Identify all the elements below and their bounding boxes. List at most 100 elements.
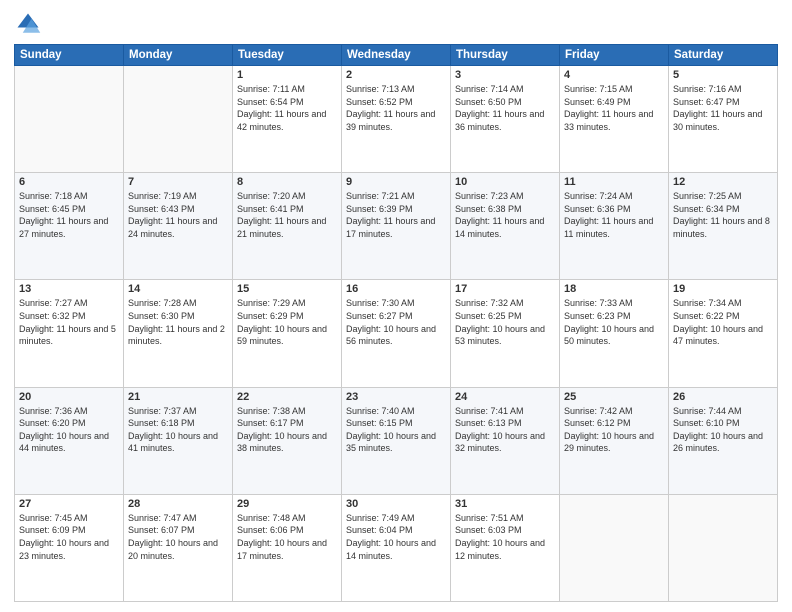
day-number: 9: [346, 176, 446, 188]
day-number: 27: [19, 498, 119, 510]
calendar-cell: 8 Sunrise: 7:20 AMSunset: 6:41 PMDaylight…: [233, 173, 342, 280]
day-of-week-wednesday: Wednesday: [342, 45, 451, 66]
calendar-cell: 13 Sunrise: 7:27 AMSunset: 6:32 PMDayligh…: [15, 280, 124, 387]
calendar-cell: 14Sunrise: 7:28 AMSunset: 6:30 PMDayligh…: [124, 280, 233, 387]
calendar-cell: 24Sunrise: 7:41 AMSunset: 6:13 PMDayligh…: [451, 387, 560, 494]
calendar-cell: 25Sunrise: 7:42 AMSunset: 6:12 PMDayligh…: [560, 387, 669, 494]
day-detail: Sunrise: 7:11 AMSunset: 6:54 PMDaylight:…: [237, 83, 337, 133]
calendar-cell: [124, 66, 233, 173]
calendar-cell: 22 Sunrise: 7:38 AMSunset: 6:17 PMDayligh…: [233, 387, 342, 494]
calendar-cell: 7 Sunrise: 7:19 AMSunset: 6:43 PMDaylight…: [124, 173, 233, 280]
calendar-cell: 29Sunrise: 7:48 AMSunset: 6:06 PMDayligh…: [233, 494, 342, 601]
day-number: 14: [128, 283, 228, 295]
day-of-week-thursday: Thursday: [451, 45, 560, 66]
calendar-cell: [669, 494, 778, 601]
calendar-cell: 17Sunrise: 7:32 AMSunset: 6:25 PMDayligh…: [451, 280, 560, 387]
calendar-cell: 18 Sunrise: 7:33 AMSunset: 6:23 PMDayligh…: [560, 280, 669, 387]
calendar-cell: 5 Sunrise: 7:16 AMSunset: 6:47 PMDaylight…: [669, 66, 778, 173]
day-number: 28: [128, 498, 228, 510]
calendar-cell: 10 Sunrise: 7:23 AMSunset: 6:38 PMDayligh…: [451, 173, 560, 280]
day-number: 19: [673, 283, 773, 295]
calendar-cell: 30 Sunrise: 7:49 AMSunset: 6:04 PMDayligh…: [342, 494, 451, 601]
calendar-cell: 23Sunrise: 7:40 AMSunset: 6:15 PMDayligh…: [342, 387, 451, 494]
day-number: 26: [673, 391, 773, 403]
day-detail: Sunrise: 7:14 AMSunset: 6:50 PMDaylight:…: [455, 83, 555, 133]
day-detail: Sunrise: 7:38 AMSunset: 6:17 PMDaylight:…: [237, 405, 337, 455]
calendar-week-1: 1 Sunrise: 7:11 AMSunset: 6:54 PMDaylight…: [15, 66, 778, 173]
day-detail: Sunrise: 7:21 AMSunset: 6:39 PMDaylight:…: [346, 190, 446, 240]
calendar-cell: 16 Sunrise: 7:30 AMSunset: 6:27 PMDayligh…: [342, 280, 451, 387]
day-detail: Sunrise: 7:33 AMSunset: 6:23 PMDaylight:…: [564, 297, 664, 347]
day-number: 2: [346, 69, 446, 81]
calendar-cell: 15Sunrise: 7:29 AMSunset: 6:29 PMDayligh…: [233, 280, 342, 387]
day-number: 8: [237, 176, 337, 188]
day-detail: Sunrise: 7:40 AMSunset: 6:15 PMDaylight:…: [346, 405, 446, 455]
header: [14, 10, 778, 38]
day-number: 13: [19, 283, 119, 295]
calendar-cell: 11 Sunrise: 7:24 AMSunset: 6:36 PMDayligh…: [560, 173, 669, 280]
calendar-week-4: 20 Sunrise: 7:36 AMSunset: 6:20 PMDayligh…: [15, 387, 778, 494]
day-detail: Sunrise: 7:24 AMSunset: 6:36 PMDaylight:…: [564, 190, 664, 240]
day-number: 12: [673, 176, 773, 188]
day-number: 31: [455, 498, 555, 510]
day-number: 21: [128, 391, 228, 403]
calendar-cell: 6Sunrise: 7:18 AMSunset: 6:45 PMDaylight…: [15, 173, 124, 280]
calendar-week-5: 27 Sunrise: 7:45 AMSunset: 6:09 PMDayligh…: [15, 494, 778, 601]
calendar-cell: [15, 66, 124, 173]
calendar-cell: 26 Sunrise: 7:44 AMSunset: 6:10 PMDayligh…: [669, 387, 778, 494]
day-number: 10: [455, 176, 555, 188]
day-number: 7: [128, 176, 228, 188]
day-of-week-tuesday: Tuesday: [233, 45, 342, 66]
day-of-week-friday: Friday: [560, 45, 669, 66]
calendar-cell: 27 Sunrise: 7:45 AMSunset: 6:09 PMDayligh…: [15, 494, 124, 601]
day-detail: Sunrise: 7:27 AMSunset: 6:32 PMDaylight:…: [19, 297, 119, 347]
day-detail: Sunrise: 7:23 AMSunset: 6:38 PMDaylight:…: [455, 190, 555, 240]
day-number: 18: [564, 283, 664, 295]
logo: [14, 10, 44, 38]
day-detail: Sunrise: 7:18 AMSunset: 6:45 PMDaylight:…: [19, 190, 119, 240]
day-detail: Sunrise: 7:45 AMSunset: 6:09 PMDaylight:…: [19, 512, 119, 562]
calendar-header-row: SundayMondayTuesdayWednesdayThursdayFrid…: [15, 45, 778, 66]
day-detail: Sunrise: 7:19 AMSunset: 6:43 PMDaylight:…: [128, 190, 228, 240]
day-number: 30: [346, 498, 446, 510]
calendar-cell: 21 Sunrise: 7:37 AMSunset: 6:18 PMDayligh…: [124, 387, 233, 494]
calendar-cell: 3Sunrise: 7:14 AMSunset: 6:50 PMDaylight…: [451, 66, 560, 173]
calendar-cell: 12Sunrise: 7:25 AMSunset: 6:34 PMDayligh…: [669, 173, 778, 280]
day-detail: Sunrise: 7:37 AMSunset: 6:18 PMDaylight:…: [128, 405, 228, 455]
day-of-week-monday: Monday: [124, 45, 233, 66]
calendar-cell: 19 Sunrise: 7:34 AMSunset: 6:22 PMDayligh…: [669, 280, 778, 387]
day-of-week-saturday: Saturday: [669, 45, 778, 66]
logo-icon: [14, 10, 42, 38]
day-number: 24: [455, 391, 555, 403]
day-number: 29: [237, 498, 337, 510]
day-detail: Sunrise: 7:36 AMSunset: 6:20 PMDaylight:…: [19, 405, 119, 455]
day-detail: Sunrise: 7:34 AMSunset: 6:22 PMDaylight:…: [673, 297, 773, 347]
day-detail: Sunrise: 7:44 AMSunset: 6:10 PMDaylight:…: [673, 405, 773, 455]
day-number: 15: [237, 283, 337, 295]
day-number: 17: [455, 283, 555, 295]
day-detail: Sunrise: 7:15 AMSunset: 6:49 PMDaylight:…: [564, 83, 664, 133]
calendar-week-3: 13 Sunrise: 7:27 AMSunset: 6:32 PMDayligh…: [15, 280, 778, 387]
day-detail: Sunrise: 7:13 AMSunset: 6:52 PMDaylight:…: [346, 83, 446, 133]
day-number: 1: [237, 69, 337, 81]
day-number: 4: [564, 69, 664, 81]
day-number: 5: [673, 69, 773, 81]
calendar-cell: 20 Sunrise: 7:36 AMSunset: 6:20 PMDayligh…: [15, 387, 124, 494]
day-number: 16: [346, 283, 446, 295]
calendar-cell: 1 Sunrise: 7:11 AMSunset: 6:54 PMDaylight…: [233, 66, 342, 173]
day-number: 11: [564, 176, 664, 188]
day-of-week-sunday: Sunday: [15, 45, 124, 66]
day-detail: Sunrise: 7:51 AMSunset: 6:03 PMDaylight:…: [455, 512, 555, 562]
day-detail: Sunrise: 7:47 AMSunset: 6:07 PMDaylight:…: [128, 512, 228, 562]
page: SundayMondayTuesdayWednesdayThursdayFrid…: [0, 0, 792, 612]
calendar-cell: 28 Sunrise: 7:47 AMSunset: 6:07 PMDayligh…: [124, 494, 233, 601]
day-detail: Sunrise: 7:16 AMSunset: 6:47 PMDaylight:…: [673, 83, 773, 133]
day-number: 20: [19, 391, 119, 403]
day-detail: Sunrise: 7:49 AMSunset: 6:04 PMDaylight:…: [346, 512, 446, 562]
calendar-cell: 31 Sunrise: 7:51 AMSunset: 6:03 PMDayligh…: [451, 494, 560, 601]
calendar-cell: 9 Sunrise: 7:21 AMSunset: 6:39 PMDaylight…: [342, 173, 451, 280]
day-detail: Sunrise: 7:20 AMSunset: 6:41 PMDaylight:…: [237, 190, 337, 240]
day-detail: Sunrise: 7:30 AMSunset: 6:27 PMDaylight:…: [346, 297, 446, 347]
day-number: 22: [237, 391, 337, 403]
day-detail: Sunrise: 7:42 AMSunset: 6:12 PMDaylight:…: [564, 405, 664, 455]
